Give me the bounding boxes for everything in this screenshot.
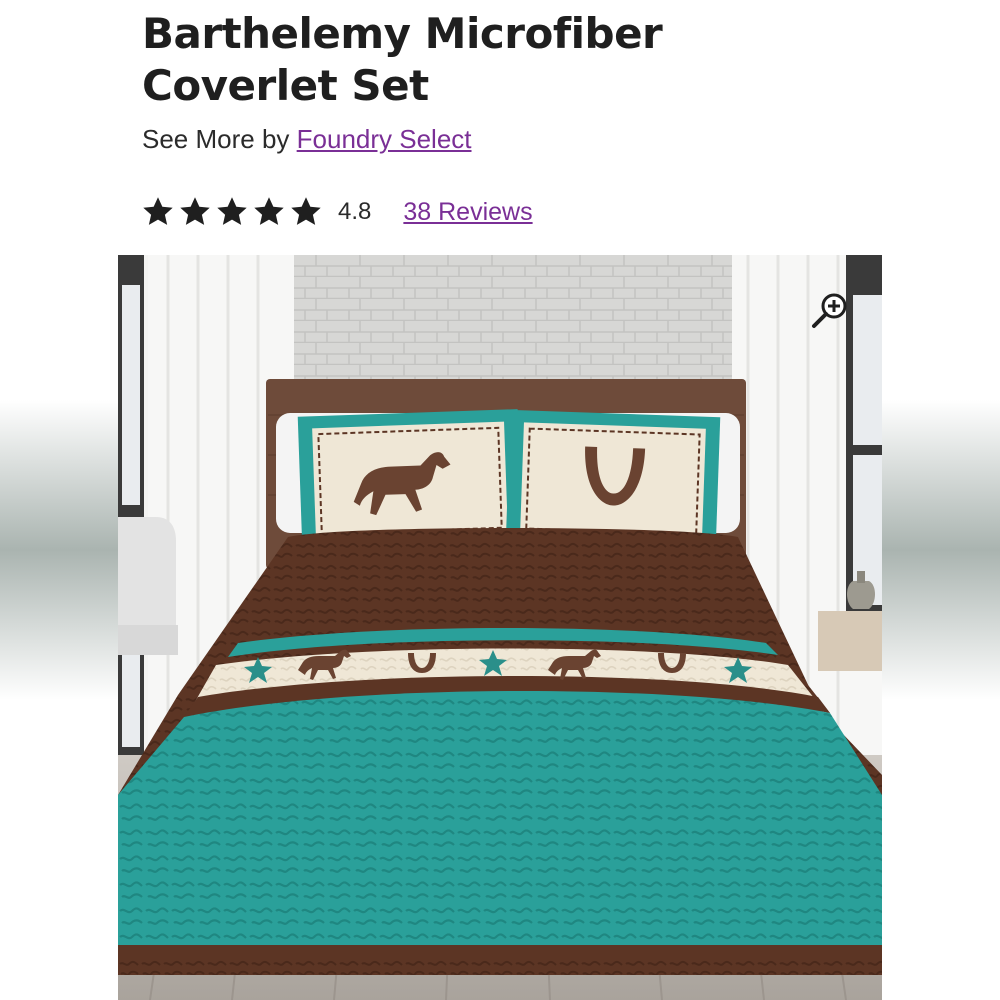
star-icon	[291, 197, 321, 225]
product-title: Barthelemy Microfiber Coverlet Set	[142, 9, 663, 110]
reviews-link[interactable]: 38 Reviews	[403, 198, 532, 227]
star-icon	[180, 197, 210, 225]
see-more-prefix: See More by	[142, 124, 290, 154]
star-rating	[140, 194, 324, 230]
brand-link[interactable]: Foundry Select	[297, 124, 472, 154]
product-image[interactable]	[118, 255, 882, 1000]
star-icon	[254, 197, 284, 225]
zoom-in-icon[interactable]	[810, 290, 850, 330]
rating-summary: 4.8 38 Reviews	[140, 192, 533, 232]
star-icon	[143, 197, 173, 225]
rating-value: 4.8	[338, 198, 372, 225]
brand-line: See More by Foundry Select	[142, 124, 472, 155]
product-card: Barthelemy Microfiber Coverlet Set See M…	[118, 0, 882, 1000]
star-icon	[217, 197, 247, 225]
